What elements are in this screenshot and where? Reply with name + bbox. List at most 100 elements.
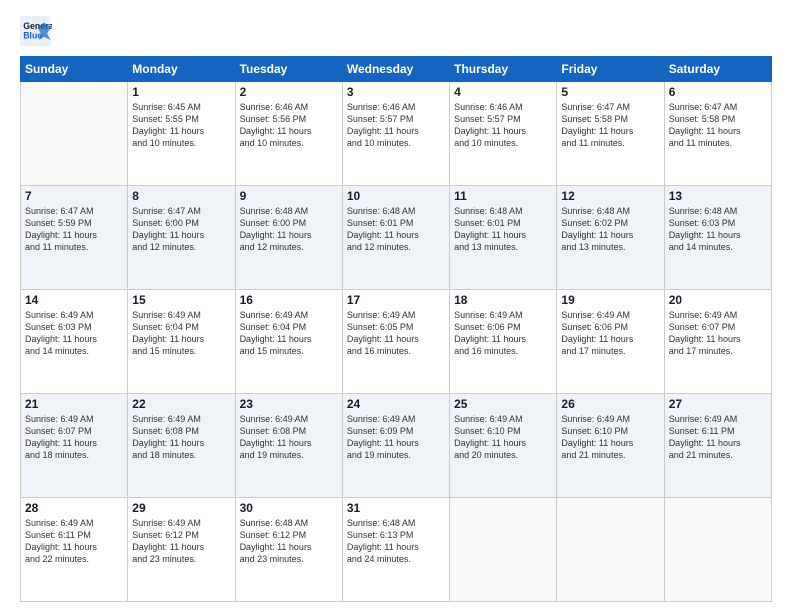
day-cell: 17 Sunrise: 6:49 AM Sunset: 6:05 PM Dayli… — [342, 290, 449, 394]
day-detail: Sunrise: 6:47 AM Sunset: 5:58 PM Dayligh… — [561, 101, 659, 150]
day-detail: Sunrise: 6:49 AM Sunset: 6:10 PM Dayligh… — [454, 413, 552, 462]
day-detail: Sunrise: 6:49 AM Sunset: 6:06 PM Dayligh… — [561, 309, 659, 358]
week-row-5: 28 Sunrise: 6:49 AM Sunset: 6:11 PM Dayli… — [21, 498, 772, 602]
day-number: 9 — [240, 189, 338, 203]
day-number: 28 — [25, 501, 123, 515]
day-number: 12 — [561, 189, 659, 203]
calendar-table: SundayMondayTuesdayWednesdayThursdayFrid… — [20, 56, 772, 602]
day-number: 4 — [454, 85, 552, 99]
day-detail: Sunrise: 6:45 AM Sunset: 5:55 PM Dayligh… — [132, 101, 230, 150]
day-detail: Sunrise: 6:46 AM Sunset: 5:57 PM Dayligh… — [347, 101, 445, 150]
day-number: 6 — [669, 85, 767, 99]
day-detail: Sunrise: 6:49 AM Sunset: 6:06 PM Dayligh… — [454, 309, 552, 358]
day-detail: Sunrise: 6:49 AM Sunset: 6:12 PM Dayligh… — [132, 517, 230, 566]
day-cell: 8 Sunrise: 6:47 AM Sunset: 6:00 PM Daylig… — [128, 186, 235, 290]
col-header-wednesday: Wednesday — [342, 57, 449, 82]
day-number: 26 — [561, 397, 659, 411]
day-detail: Sunrise: 6:48 AM Sunset: 6:00 PM Dayligh… — [240, 205, 338, 254]
day-number: 30 — [240, 501, 338, 515]
day-cell: 22Sunrise: 6:49 AM Sunset: 6:08 PM Dayli… — [128, 394, 235, 498]
day-cell: 7 Sunrise: 6:47 AM Sunset: 5:59 PM Daylig… — [21, 186, 128, 290]
day-number: 13 — [669, 189, 767, 203]
col-header-sunday: Sunday — [21, 57, 128, 82]
day-cell: 31 Sunrise: 6:48 AM Sunset: 6:13 PM Dayli… — [342, 498, 449, 602]
day-number: 17 — [347, 293, 445, 307]
day-number: 7 — [25, 189, 123, 203]
day-number: 11 — [454, 189, 552, 203]
day-number: 21 — [25, 397, 123, 411]
day-cell — [664, 498, 771, 602]
day-number: 14 — [25, 293, 123, 307]
day-cell: 2 Sunrise: 6:46 AM Sunset: 5:56 PM Daylig… — [235, 82, 342, 186]
day-number: 18 — [454, 293, 552, 307]
day-detail: Sunrise: 6:49 AM Sunset: 6:11 PM Dayligh… — [25, 517, 123, 566]
day-cell: 5Sunrise: 6:47 AM Sunset: 5:58 PM Daylig… — [557, 82, 664, 186]
day-cell — [557, 498, 664, 602]
day-number: 2 — [240, 85, 338, 99]
day-number: 8 — [132, 189, 230, 203]
day-cell: 20Sunrise: 6:49 AM Sunset: 6:07 PM Dayli… — [664, 290, 771, 394]
day-number: 15 — [132, 293, 230, 307]
day-cell: 9 Sunrise: 6:48 AM Sunset: 6:00 PM Daylig… — [235, 186, 342, 290]
day-cell: 10Sunrise: 6:48 AM Sunset: 6:01 PM Dayli… — [342, 186, 449, 290]
week-row-4: 21 Sunrise: 6:49 AM Sunset: 6:07 PM Dayli… — [21, 394, 772, 498]
day-cell — [450, 498, 557, 602]
day-detail: Sunrise: 6:49 AM Sunset: 6:04 PM Dayligh… — [240, 309, 338, 358]
day-cell: 28 Sunrise: 6:49 AM Sunset: 6:11 PM Dayli… — [21, 498, 128, 602]
week-row-1: 1 Sunrise: 6:45 AM Sunset: 5:55 PM Daylig… — [21, 82, 772, 186]
day-detail: Sunrise: 6:48 AM Sunset: 6:03 PM Dayligh… — [669, 205, 767, 254]
day-cell — [21, 82, 128, 186]
day-detail: Sunrise: 6:49 AM Sunset: 6:07 PM Dayligh… — [25, 413, 123, 462]
day-detail: Sunrise: 6:49 AM Sunset: 6:10 PM Dayligh… — [561, 413, 659, 462]
header: General Blue — [20, 16, 772, 48]
day-detail: Sunrise: 6:47 AM Sunset: 6:00 PM Dayligh… — [132, 205, 230, 254]
header-row: SundayMondayTuesdayWednesdayThursdayFrid… — [21, 57, 772, 82]
day-detail: Sunrise: 6:49 AM Sunset: 6:03 PM Dayligh… — [25, 309, 123, 358]
day-cell: 1 Sunrise: 6:45 AM Sunset: 5:55 PM Daylig… — [128, 82, 235, 186]
day-number: 1 — [132, 85, 230, 99]
logo: General Blue — [20, 16, 52, 48]
day-detail: Sunrise: 6:48 AM Sunset: 6:01 PM Dayligh… — [454, 205, 552, 254]
day-cell: 27Sunrise: 6:49 AM Sunset: 6:11 PM Dayli… — [664, 394, 771, 498]
day-cell: 25 Sunrise: 6:49 AM Sunset: 6:10 PM Dayli… — [450, 394, 557, 498]
day-cell: 24Sunrise: 6:49 AM Sunset: 6:09 PM Dayli… — [342, 394, 449, 498]
day-cell: 23Sunrise: 6:49 AM Sunset: 6:08 PM Dayli… — [235, 394, 342, 498]
week-row-2: 7 Sunrise: 6:47 AM Sunset: 5:59 PM Daylig… — [21, 186, 772, 290]
day-detail: Sunrise: 6:48 AM Sunset: 6:02 PM Dayligh… — [561, 205, 659, 254]
day-detail: Sunrise: 6:48 AM Sunset: 6:12 PM Dayligh… — [240, 517, 338, 566]
day-detail: Sunrise: 6:46 AM Sunset: 5:57 PM Dayligh… — [454, 101, 552, 150]
day-cell: 15 Sunrise: 6:49 AM Sunset: 6:04 PM Dayli… — [128, 290, 235, 394]
day-number: 10 — [347, 189, 445, 203]
col-header-saturday: Saturday — [664, 57, 771, 82]
day-cell: 14 Sunrise: 6:49 AM Sunset: 6:03 PM Dayli… — [21, 290, 128, 394]
day-cell: 19 Sunrise: 6:49 AM Sunset: 6:06 PM Dayli… — [557, 290, 664, 394]
day-detail: Sunrise: 6:46 AM Sunset: 5:56 PM Dayligh… — [240, 101, 338, 150]
col-header-thursday: Thursday — [450, 57, 557, 82]
day-number: 19 — [561, 293, 659, 307]
day-cell: 13 Sunrise: 6:48 AM Sunset: 6:03 PM Dayli… — [664, 186, 771, 290]
day-number: 25 — [454, 397, 552, 411]
day-detail: Sunrise: 6:49 AM Sunset: 6:07 PM Dayligh… — [669, 309, 767, 358]
day-cell: 3Sunrise: 6:46 AM Sunset: 5:57 PM Daylig… — [342, 82, 449, 186]
day-detail: Sunrise: 6:47 AM Sunset: 5:59 PM Dayligh… — [25, 205, 123, 254]
day-detail: Sunrise: 6:49 AM Sunset: 6:05 PM Dayligh… — [347, 309, 445, 358]
day-cell: 21 Sunrise: 6:49 AM Sunset: 6:07 PM Dayli… — [21, 394, 128, 498]
logo-icon: General Blue — [20, 16, 52, 48]
day-cell: 16 Sunrise: 6:49 AM Sunset: 6:04 PM Dayli… — [235, 290, 342, 394]
day-detail: Sunrise: 6:49 AM Sunset: 6:08 PM Dayligh… — [240, 413, 338, 462]
day-detail: Sunrise: 6:48 AM Sunset: 6:13 PM Dayligh… — [347, 517, 445, 566]
col-header-tuesday: Tuesday — [235, 57, 342, 82]
week-row-3: 14 Sunrise: 6:49 AM Sunset: 6:03 PM Dayli… — [21, 290, 772, 394]
day-detail: Sunrise: 6:49 AM Sunset: 6:04 PM Dayligh… — [132, 309, 230, 358]
day-number: 29 — [132, 501, 230, 515]
day-cell: 11 Sunrise: 6:48 AM Sunset: 6:01 PM Dayli… — [450, 186, 557, 290]
day-detail: Sunrise: 6:49 AM Sunset: 6:09 PM Dayligh… — [347, 413, 445, 462]
day-cell: 6Sunrise: 6:47 AM Sunset: 5:58 PM Daylig… — [664, 82, 771, 186]
day-cell: 30 Sunrise: 6:48 AM Sunset: 6:12 PM Dayli… — [235, 498, 342, 602]
day-number: 22 — [132, 397, 230, 411]
day-cell: 12 Sunrise: 6:48 AM Sunset: 6:02 PM Dayli… — [557, 186, 664, 290]
day-number: 16 — [240, 293, 338, 307]
col-header-friday: Friday — [557, 57, 664, 82]
col-header-monday: Monday — [128, 57, 235, 82]
day-number: 31 — [347, 501, 445, 515]
